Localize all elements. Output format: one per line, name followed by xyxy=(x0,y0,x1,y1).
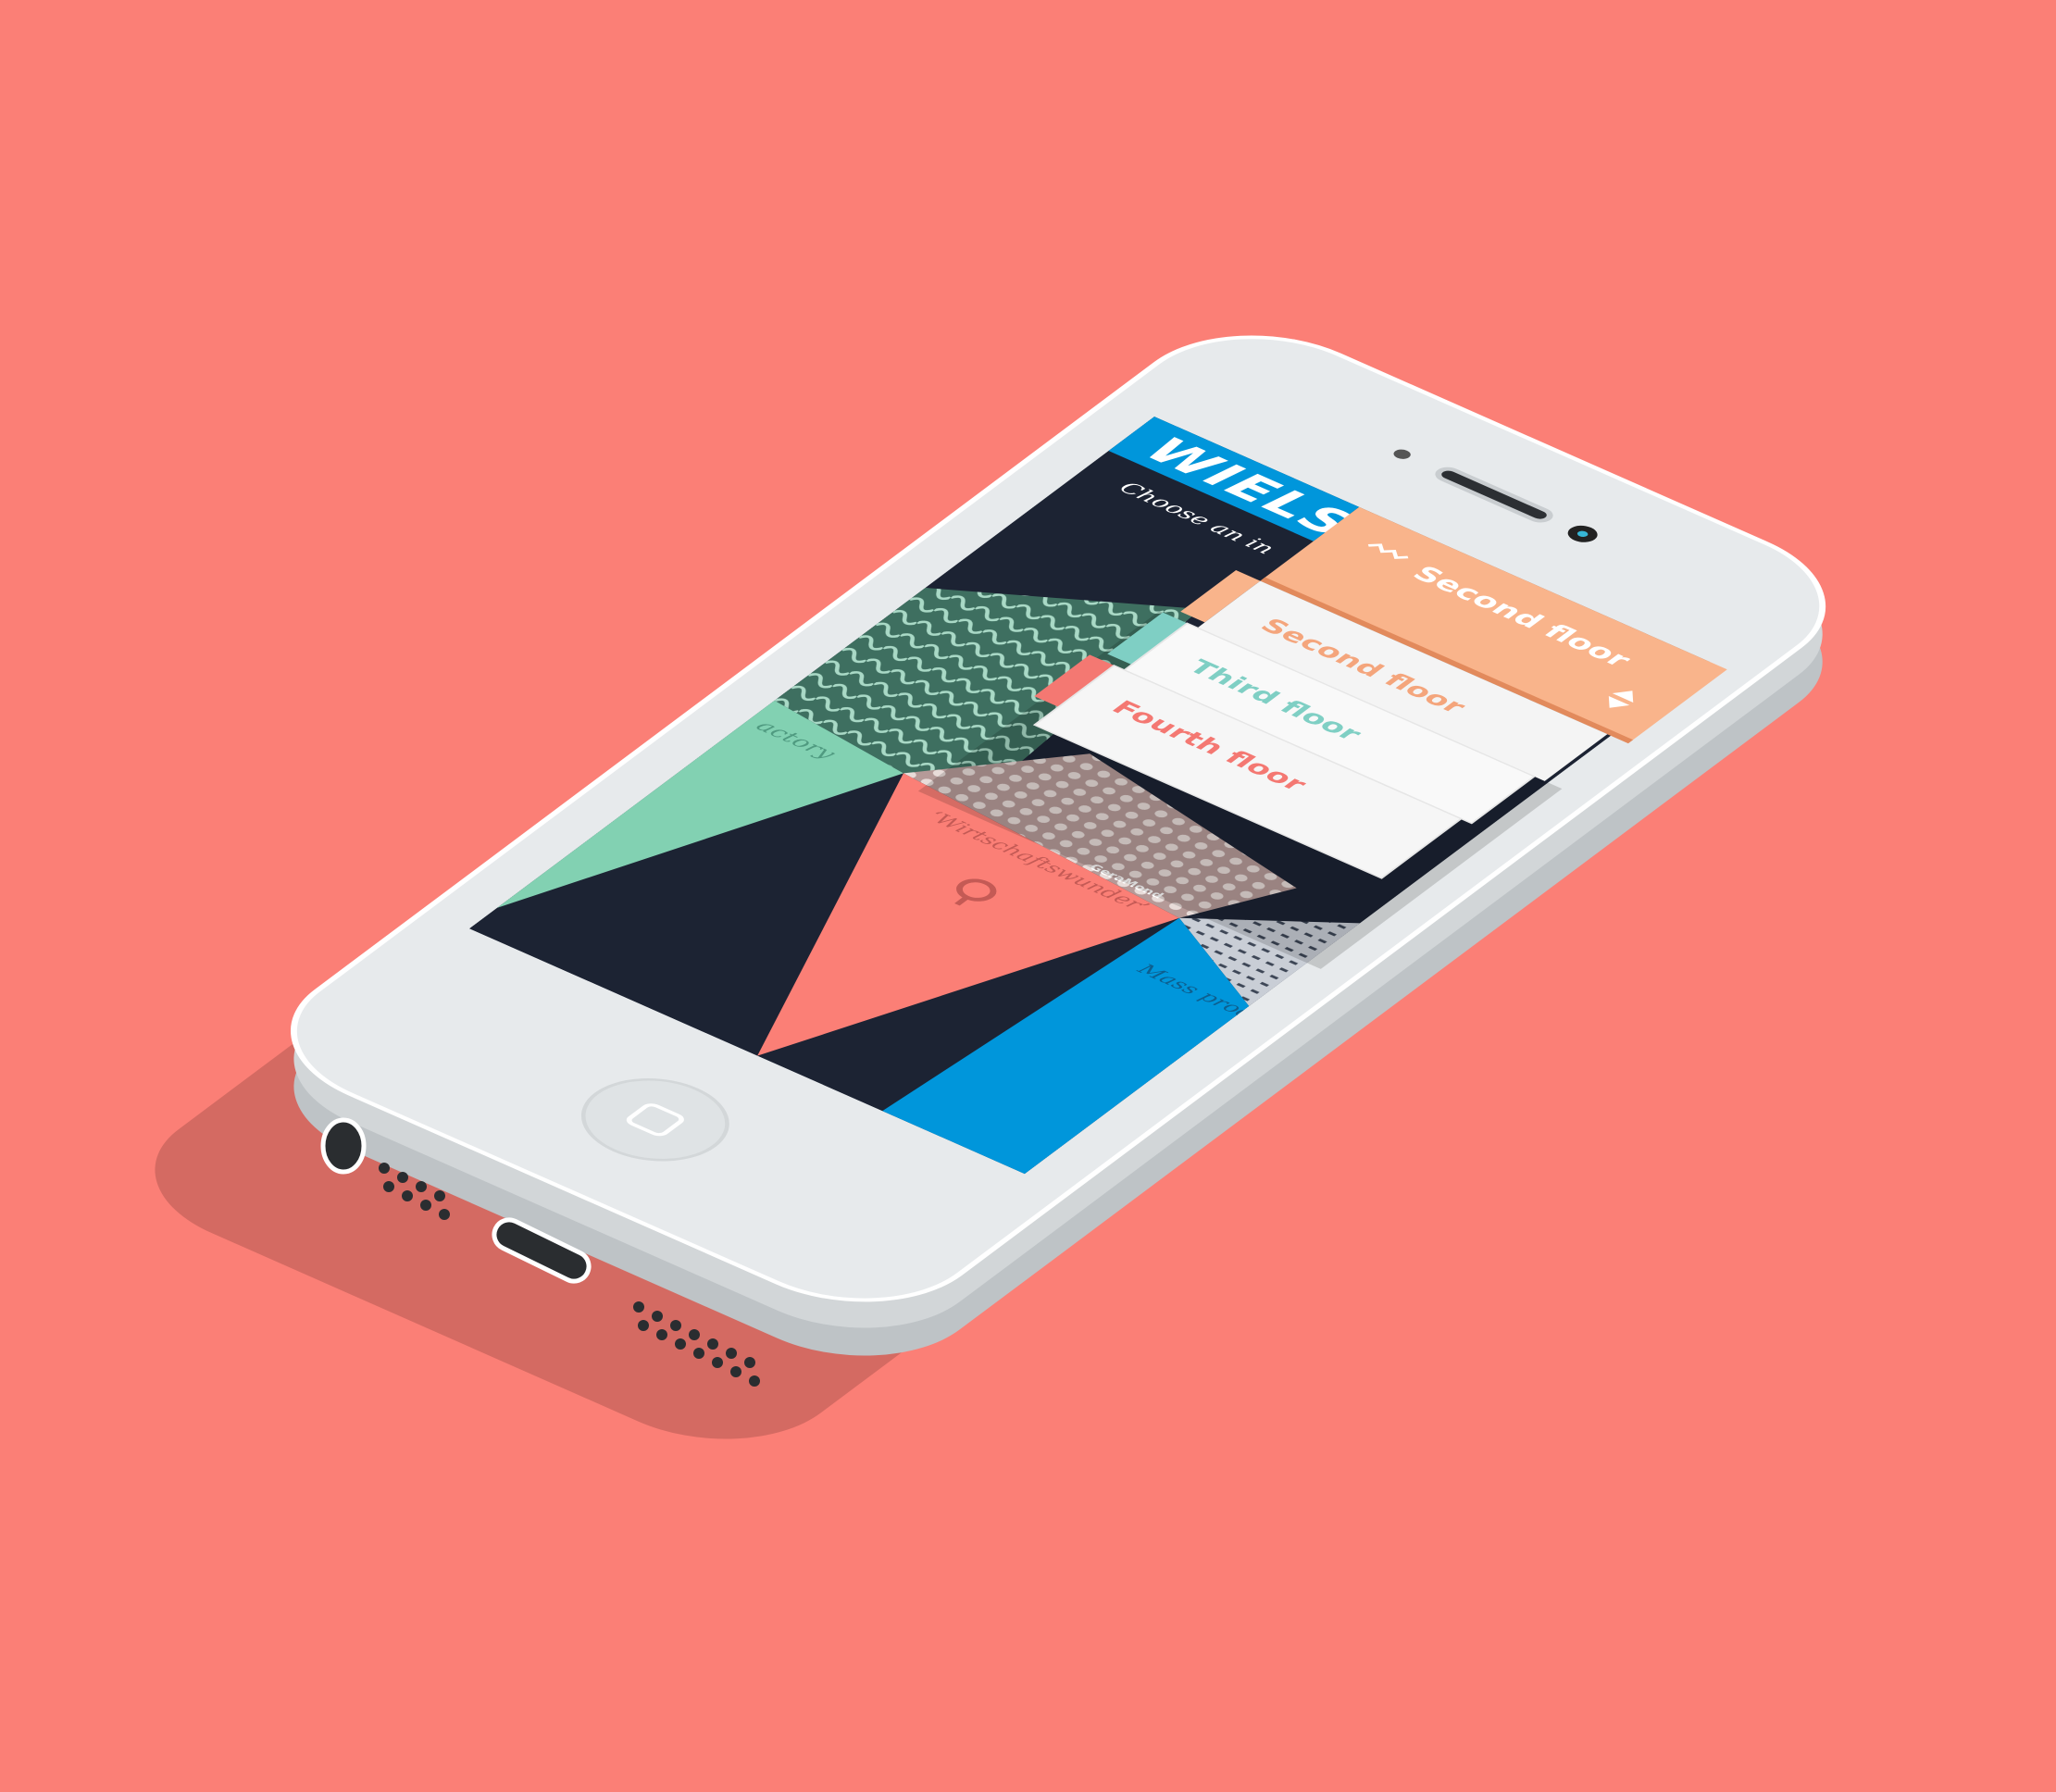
headphone-jack-icon xyxy=(320,1117,367,1175)
phone-mockup-scene: actory GeraMond ‘Wirtschaftswunder’ Mass… xyxy=(155,335,1826,1439)
